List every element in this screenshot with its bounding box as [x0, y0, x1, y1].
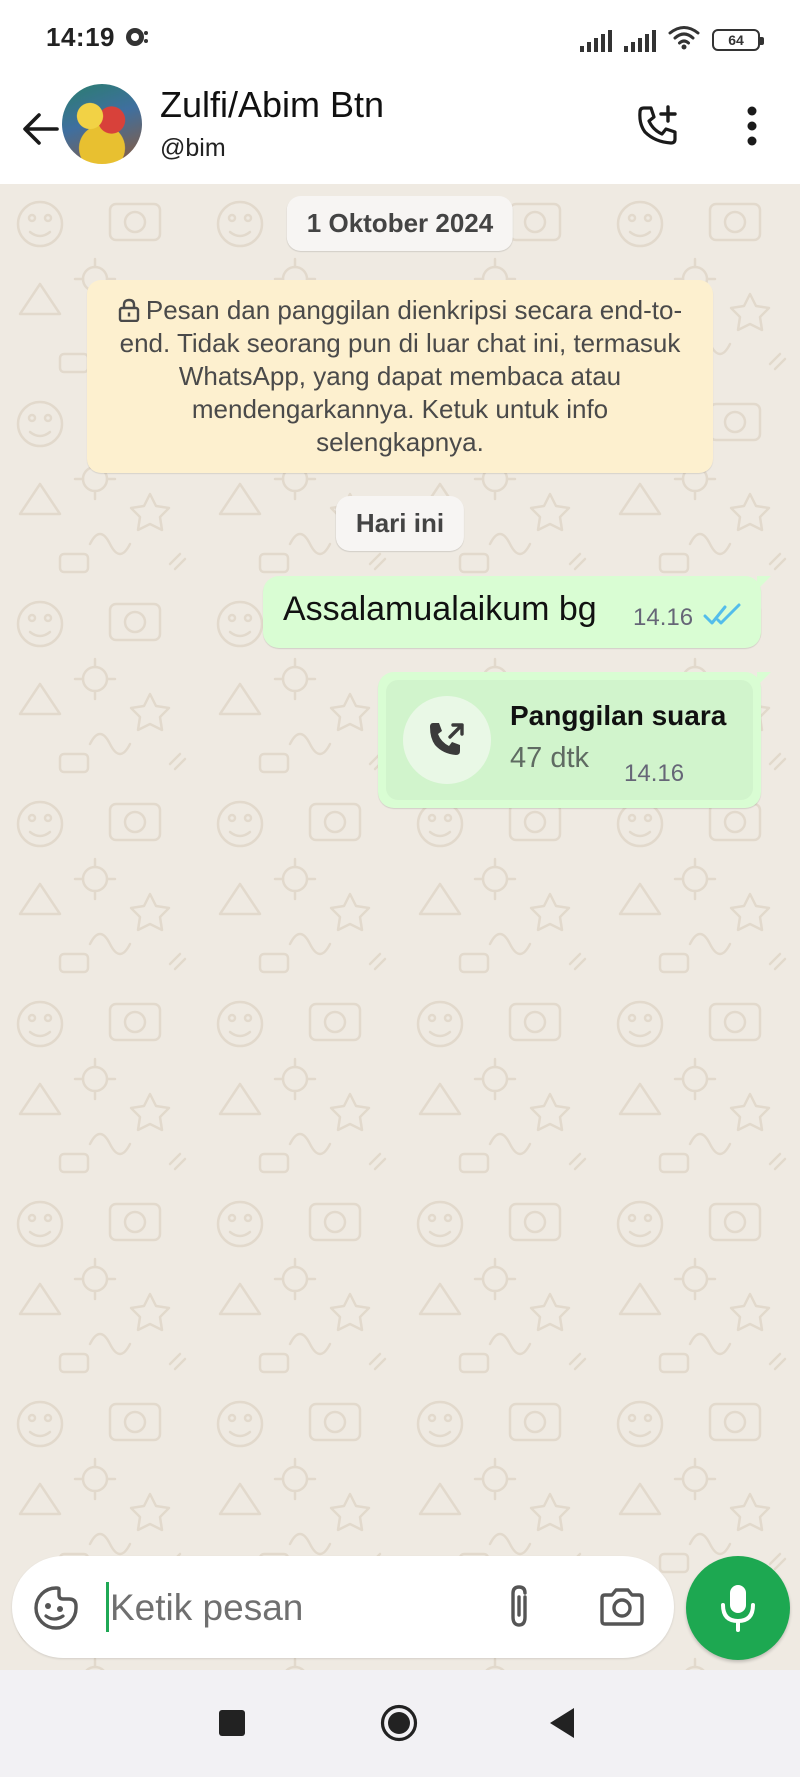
call-icon-circle [403, 696, 491, 784]
read-ticks-icon [703, 603, 741, 625]
back-arrow-icon [23, 113, 59, 145]
back-triangle-icon[interactable] [546, 1706, 576, 1740]
mic-icon [721, 1585, 755, 1632]
battery-icon: 64 [712, 28, 764, 51]
message-text: Assalamualaikum bg [283, 590, 597, 628]
message-input[interactable] [108, 1580, 492, 1636]
message-bubble[interactable]: Assalamualaikum bg 14.16 [263, 576, 771, 648]
back-button[interactable] [14, 102, 68, 156]
sticker-button[interactable] [32, 1584, 80, 1632]
more-vert-icon [747, 106, 757, 146]
bubble-tail [757, 672, 771, 686]
more-options-button[interactable] [722, 96, 782, 156]
recents-button[interactable] [219, 1710, 245, 1736]
notification-icon [122, 23, 150, 51]
sticker-icon [34, 1586, 78, 1630]
encryption-notice[interactable]: Pesan dan panggilan dienkripsi secara en… [87, 280, 713, 473]
wifi-icon [668, 24, 700, 55]
system-navigation-bar [0, 1670, 800, 1777]
signal-icon [580, 28, 612, 52]
message-composer [12, 1556, 674, 1658]
message-time: 14.16 [633, 604, 694, 631]
signal-icon [624, 28, 656, 52]
call-duration: 47 dtk [510, 742, 589, 774]
chat-area[interactable]: 1 Oktober 2024 Pesan dan panggilan dienk… [0, 184, 800, 1670]
voice-record-button[interactable] [686, 1556, 790, 1660]
attach-button[interactable] [492, 1580, 546, 1634]
call-card[interactable]: Panggilan suara 47 dtk 14.16 [386, 680, 753, 800]
message-time: 14.16 [624, 760, 685, 787]
chat-header: Zulfi/Abim Btn @bim [0, 76, 800, 184]
lock-icon [118, 298, 140, 322]
date-separator: 1 Oktober 2024 [286, 196, 514, 251]
contact-name[interactable]: Zulfi/Abim Btn [160, 84, 384, 126]
contact-subtitle[interactable]: @bim [160, 134, 226, 163]
camera-button[interactable] [594, 1580, 650, 1634]
call-message-bubble[interactable]: Panggilan suara 47 dtk 14.16 [378, 672, 771, 808]
call-title: Panggilan suara [510, 700, 727, 731]
home-circle-icon [380, 1704, 418, 1742]
outgoing-call-icon [430, 723, 464, 755]
add-call-button[interactable] [628, 96, 688, 156]
avatar[interactable] [62, 84, 142, 164]
attach-icon [511, 1585, 527, 1627]
add-call-icon [638, 105, 677, 145]
status-bar: 14:19 64 [0, 0, 800, 76]
camera-icon [600, 1588, 644, 1626]
encryption-notice-text: Pesan dan panggilan dienkripsi secara en… [119, 295, 683, 457]
status-time: 14:19 [46, 22, 115, 52]
bubble-tail [757, 576, 771, 590]
battery-level: 64 [728, 31, 744, 48]
home-button[interactable] [380, 1704, 418, 1742]
today-separator: Hari ini [335, 496, 465, 551]
